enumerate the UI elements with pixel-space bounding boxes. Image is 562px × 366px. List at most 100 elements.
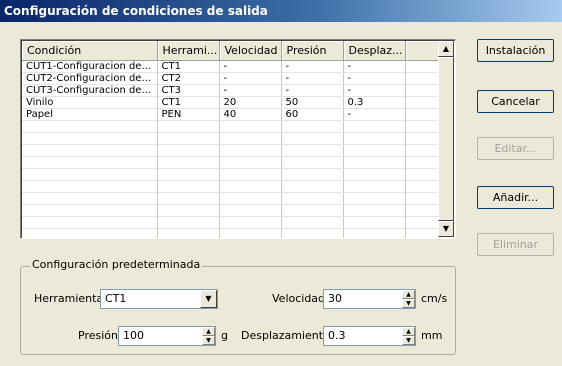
cell-pressure: - <box>281 72 344 85</box>
cell-empty <box>219 192 282 205</box>
cell-empty <box>281 132 344 145</box>
tool-label: Herramienta <box>34 292 104 305</box>
pressure-stepper[interactable]: 100 ▲ ▼ <box>118 326 216 346</box>
table-row[interactable]: CUT3-Configuracion de... CT3- - - <box>22 84 441 97</box>
add-button[interactable]: Añadir... <box>477 186 554 209</box>
cell-offset: 0.3 <box>343 96 406 109</box>
col-header-tool[interactable]: Herrami... <box>157 41 220 61</box>
cell-empty <box>343 228 406 238</box>
cell-empty <box>405 192 441 205</box>
tool-select[interactable]: CT1 ▼ <box>100 289 218 309</box>
speed-spin[interactable]: ▲ ▼ <box>402 290 415 308</box>
cell-speed: - <box>219 72 282 85</box>
cell-speed: 20 <box>219 96 282 109</box>
cell-empty <box>157 192 220 205</box>
install-button[interactable]: Instalación <box>477 39 554 62</box>
cell-speed: - <box>219 84 282 97</box>
cell-empty <box>281 204 344 217</box>
title-bar: Configuración de condiciones de salida <box>0 0 562 22</box>
cell-condition: CUT1-Configuracion de... <box>22 60 158 73</box>
cell-offset: - <box>343 60 406 73</box>
table-row[interactable]: CUT2-Configuracion de... CT2- - - <box>22 72 441 85</box>
empty-row <box>22 156 441 169</box>
col-header-condition[interactable]: Condición <box>22 41 158 61</box>
offset-value: 0.3 <box>328 329 346 342</box>
cell-offset: - <box>343 84 406 97</box>
cell-empty <box>343 216 406 229</box>
cell-empty <box>281 156 344 169</box>
offset-down-icon[interactable]: ▼ <box>402 336 415 345</box>
cell-empty <box>22 144 158 157</box>
table-row[interactable]: Vinilo CT1 20 50 0.3 <box>22 96 441 109</box>
pressure-up-icon[interactable]: ▲ <box>202 327 215 336</box>
cell-empty <box>343 180 406 193</box>
cell-empty <box>157 144 220 157</box>
col-header-offset[interactable]: Desplaz... <box>343 41 406 61</box>
cell-extra <box>405 84 441 97</box>
offset-up-icon[interactable]: ▲ <box>402 327 415 336</box>
empty-row <box>22 228 441 238</box>
cell-empty <box>22 132 158 145</box>
header-row: Condición Herrami... Velocidad Presión D… <box>22 41 441 61</box>
cell-empty <box>405 120 441 133</box>
cell-speed: - <box>219 60 282 73</box>
cell-empty <box>405 180 441 193</box>
cell-empty <box>281 228 344 238</box>
scroll-down-icon[interactable]: ▼ <box>438 221 454 237</box>
cancel-button[interactable]: Cancelar <box>477 90 554 113</box>
cell-condition: Vinilo <box>22 96 158 109</box>
speed-stepper[interactable]: 30 ▲ ▼ <box>323 289 416 309</box>
offset-stepper[interactable]: 0.3 ▲ ▼ <box>323 326 416 346</box>
table-row[interactable]: Papel PEN 40 60- <box>22 108 441 121</box>
scroll-up-icon[interactable]: ▲ <box>438 41 454 57</box>
cell-empty <box>219 216 282 229</box>
offset-spin[interactable]: ▲ ▼ <box>402 327 415 345</box>
cell-empty <box>157 168 220 181</box>
cell-empty <box>157 156 220 169</box>
cell-offset: - <box>343 72 406 85</box>
cell-empty <box>22 156 158 169</box>
conditions-list[interactable]: Condición Herrami... Velocidad Presión D… <box>20 39 456 239</box>
cell-empty <box>343 156 406 169</box>
speed-up-icon[interactable]: ▲ <box>402 290 415 299</box>
cell-extra <box>405 96 441 109</box>
cell-empty <box>219 120 282 133</box>
pressure-down-icon[interactable]: ▼ <box>202 336 215 345</box>
cell-pressure: 60 <box>281 108 344 121</box>
cell-empty <box>219 132 282 145</box>
cell-empty <box>343 168 406 181</box>
cell-empty <box>405 132 441 145</box>
cell-empty <box>343 144 406 157</box>
cell-empty <box>281 120 344 133</box>
offset-label: Desplazamiento <box>241 329 330 342</box>
cell-empty <box>281 216 344 229</box>
cell-extra <box>405 72 441 85</box>
cell-empty <box>157 228 220 238</box>
pressure-spin[interactable]: ▲ ▼ <box>202 327 215 345</box>
cell-empty <box>22 216 158 229</box>
cell-pressure: 50 <box>281 96 344 109</box>
cell-empty <box>343 120 406 133</box>
delete-button[interactable]: Eliminar <box>477 233 554 256</box>
cell-empty <box>22 180 158 193</box>
cell-pressure: - <box>281 84 344 97</box>
table-row[interactable]: CUT1-Configuracion de... CT1- - - <box>22 60 441 73</box>
cell-tool: PEN <box>157 108 220 121</box>
speed-down-icon[interactable]: ▼ <box>402 299 415 308</box>
cell-tool: CT1 <box>157 96 220 109</box>
cell-empty <box>157 180 220 193</box>
col-header-pressure[interactable]: Presión <box>281 41 344 61</box>
edit-button[interactable]: Editar... <box>477 137 554 160</box>
pressure-label: Presión <box>78 329 118 342</box>
chevron-down-icon[interactable]: ▼ <box>200 290 217 308</box>
empty-row <box>22 192 441 205</box>
list-scrollbar[interactable]: ▲ ▼ <box>438 41 454 237</box>
cell-empty <box>157 204 220 217</box>
cell-empty <box>343 204 406 217</box>
col-header-speed[interactable]: Velocidad <box>219 41 282 61</box>
cell-empty <box>219 156 282 169</box>
scroll-thumb[interactable] <box>438 57 454 221</box>
cell-offset: - <box>343 108 406 121</box>
cell-pressure: - <box>281 60 344 73</box>
cell-condition: CUT2-Configuracion de... <box>22 72 158 85</box>
